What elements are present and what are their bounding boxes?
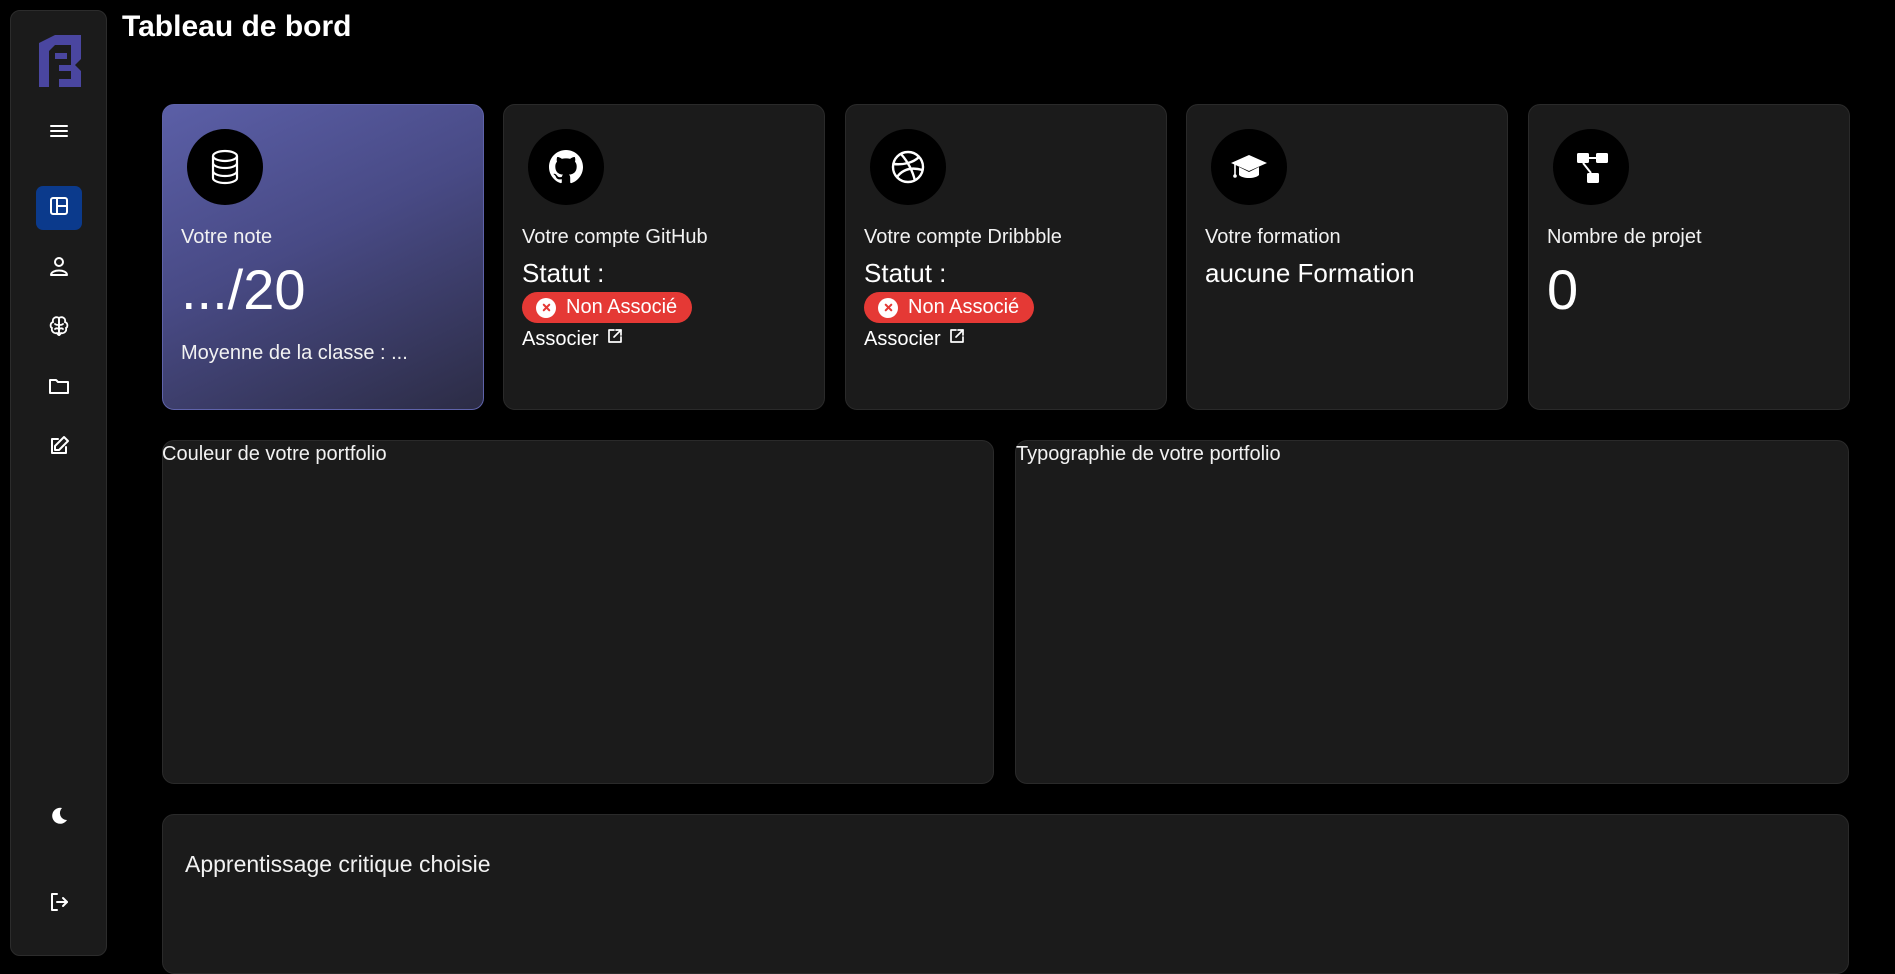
folder-icon — [47, 374, 71, 403]
dribbble-icon — [870, 129, 946, 205]
formation-card — [1186, 104, 1508, 410]
github-status-label: Statut : — [522, 258, 605, 288]
portfolio-typography-title: Typographie de votre portfolio — [1016, 443, 1281, 465]
formation-label: Votre formation — [1205, 226, 1341, 248]
github-associate-link[interactable]: Associer — [522, 327, 624, 351]
note-label: Votre note — [181, 226, 273, 248]
edit-icon — [47, 434, 71, 463]
menu-icon — [47, 119, 71, 148]
app-logo[interactable] — [35, 35, 85, 87]
sidebar-item-skills[interactable] — [36, 306, 82, 350]
github-status-badge: Non Associé — [522, 292, 693, 323]
dribbble-associate-text: Associer — [864, 327, 941, 350]
menu-toggle-button[interactable] — [36, 111, 82, 155]
github-icon — [528, 129, 604, 205]
database-icon — [187, 129, 263, 205]
page-title: Tableau de bord — [122, 10, 352, 43]
dribbble-label: Votre compte Dribbble — [864, 226, 1062, 248]
github-card — [503, 104, 825, 410]
github-associate-text: Associer — [522, 327, 599, 350]
critical-learning-panel — [162, 814, 1849, 974]
external-link-icon — [606, 327, 624, 351]
dashboard-icon — [47, 194, 71, 223]
user-icon — [47, 254, 71, 283]
sidebar-item-profile[interactable] — [36, 246, 82, 290]
class-average: Moyenne de la classe : ... — [181, 342, 408, 364]
dribbble-status-badge: Non Associé — [864, 292, 1035, 323]
error-circle-icon — [536, 297, 556, 318]
dribbble-badge-text: Non Associé — [908, 296, 1020, 318]
projects-card — [1528, 104, 1850, 410]
dribbble-card — [845, 104, 1167, 410]
external-link-icon — [948, 327, 966, 351]
dribbble-status-label: Statut : — [864, 258, 947, 288]
projects-label: Nombre de projet — [1547, 226, 1702, 248]
dribbble-associate-link[interactable]: Associer — [864, 327, 966, 351]
note-value: .../20 — [181, 258, 306, 321]
portfolio-typography-panel — [1015, 440, 1849, 784]
logout-icon — [47, 890, 71, 919]
graduation-cap-icon — [1211, 129, 1287, 205]
sidebar-item-dashboard[interactable] — [36, 186, 82, 230]
github-badge-text: Non Associé — [566, 296, 678, 318]
formation-value: aucune Formation — [1205, 258, 1415, 288]
error-circle-icon — [878, 297, 898, 318]
portfolio-color-panel — [162, 440, 994, 784]
critical-learning-title: Apprentissage critique choisie — [185, 851, 491, 877]
logout-button[interactable] — [36, 882, 82, 926]
github-label: Votre compte GitHub — [522, 226, 708, 248]
moon-icon — [47, 804, 71, 833]
sidebar-item-edit[interactable] — [36, 426, 82, 470]
projects-count: 0 — [1547, 258, 1579, 321]
sidebar-item-projects[interactable] — [36, 366, 82, 410]
portfolio-color-title: Couleur de votre portfolio — [162, 443, 387, 465]
sidebar — [10, 10, 107, 956]
theme-toggle-button[interactable] — [36, 796, 82, 840]
project-tree-icon — [1553, 129, 1629, 205]
brain-icon — [47, 314, 71, 343]
